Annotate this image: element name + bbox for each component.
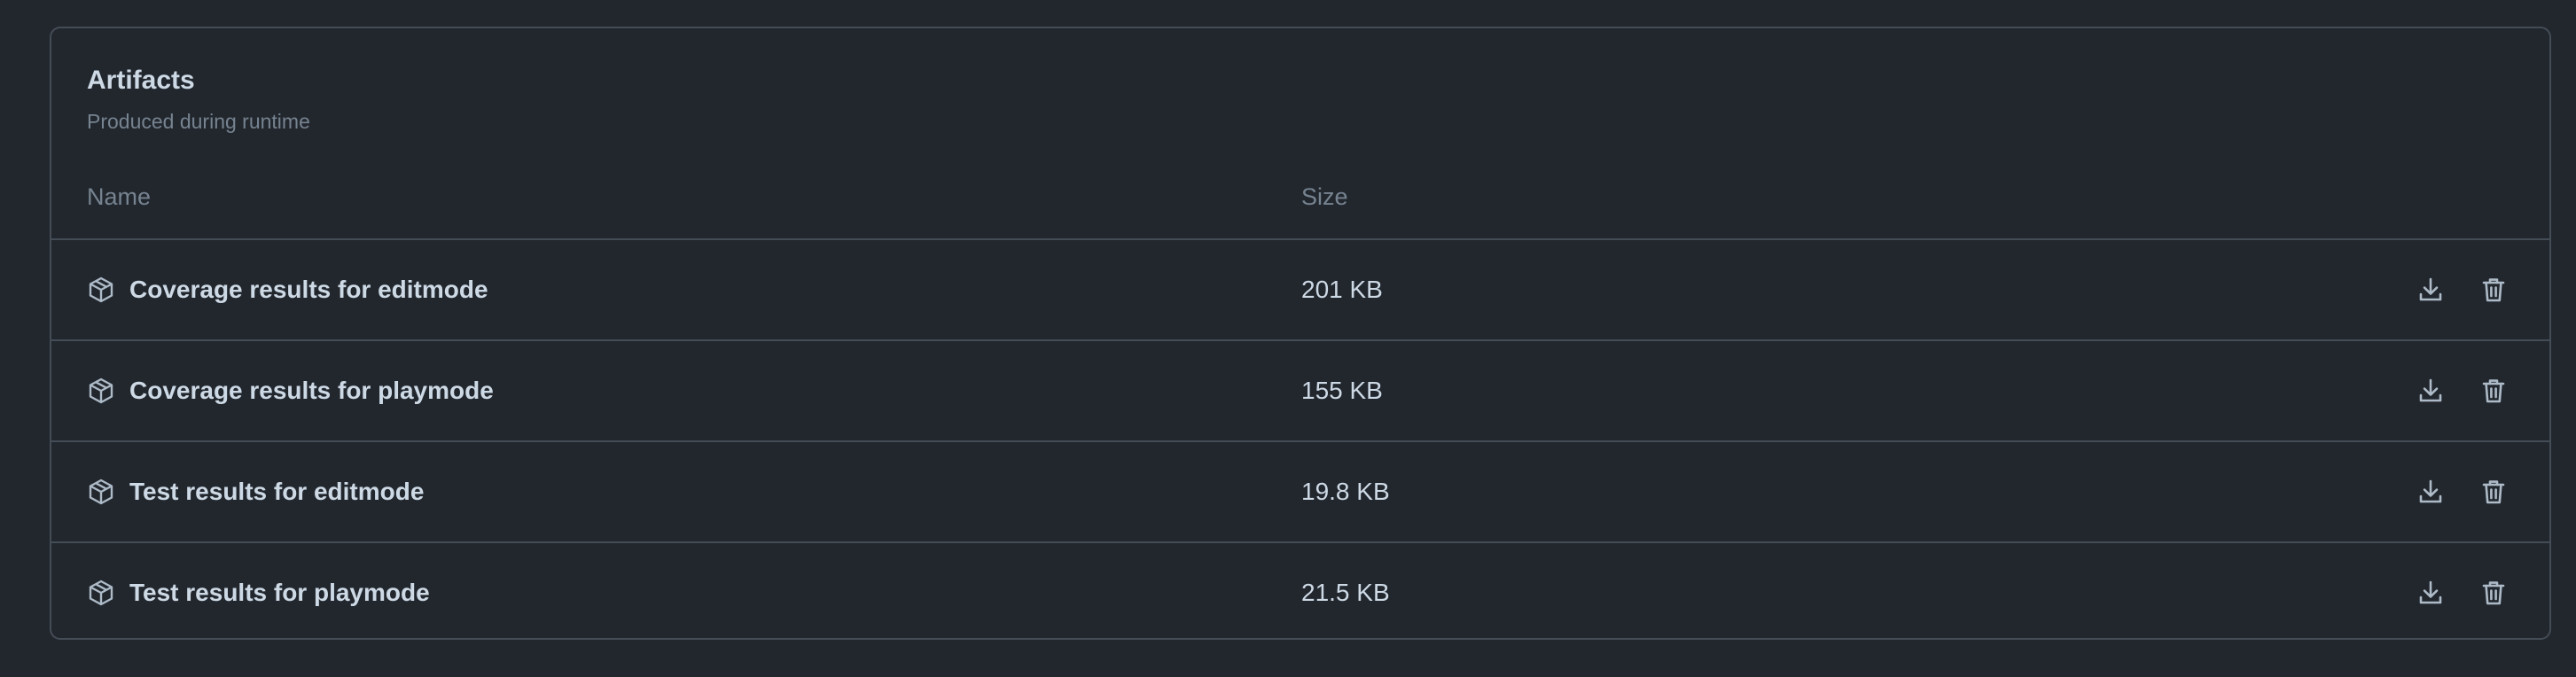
delete-button[interactable] (2476, 575, 2511, 611)
artifact-row: Test results for playmode 21.5 KB (51, 543, 2549, 638)
column-header-name: Name (87, 183, 152, 210)
artifact-size: 19.8 KB (1301, 478, 1390, 505)
download-icon (2419, 378, 2442, 402)
delete-button[interactable] (2476, 272, 2511, 307)
artifact-size: 155 KB (1301, 377, 1383, 404)
artifact-name-link[interactable]: Test results for playmode (129, 580, 430, 605)
delete-button[interactable] (2476, 373, 2511, 409)
artifacts-panel: Artifacts Produced during runtime Name S… (50, 27, 2551, 640)
artifact-name-link[interactable]: Test results for editmode (129, 479, 424, 504)
download-icon (2419, 277, 2442, 301)
trash-icon (2482, 480, 2505, 504)
download-button[interactable] (2413, 373, 2448, 409)
package-icon (87, 579, 115, 607)
download-button[interactable] (2413, 474, 2448, 510)
package-icon (87, 276, 115, 304)
artifact-name-link[interactable]: Coverage results for playmode (129, 378, 494, 403)
artifact-row: Coverage results for editmode 201 KB (51, 240, 2549, 341)
artifacts-list: Coverage results for editmode 201 KB Cov… (51, 240, 2549, 638)
artifact-row: Test results for editmode 19.8 KB (51, 442, 2549, 543)
panel-title: Artifacts (87, 66, 195, 95)
download-button[interactable] (2413, 575, 2448, 611)
artifact-size: 21.5 KB (1301, 579, 1390, 606)
artifact-row: Coverage results for playmode 155 KB (51, 341, 2549, 442)
trash-icon (2482, 581, 2505, 605)
panel-subtitle: Produced during runtime (87, 110, 310, 133)
download-icon (2419, 479, 2442, 503)
artifact-name-link[interactable]: Coverage results for editmode (129, 277, 488, 302)
package-icon (87, 478, 115, 506)
trash-icon (2482, 379, 2505, 403)
download-icon (2419, 580, 2442, 604)
column-header-size: Size (1301, 183, 1348, 210)
trash-icon (2482, 278, 2505, 302)
artifacts-header: Artifacts Produced during runtime (87, 67, 310, 132)
download-button[interactable] (2413, 272, 2448, 307)
delete-button[interactable] (2476, 474, 2511, 510)
artifact-size: 201 KB (1301, 276, 1383, 303)
package-icon (87, 377, 115, 405)
